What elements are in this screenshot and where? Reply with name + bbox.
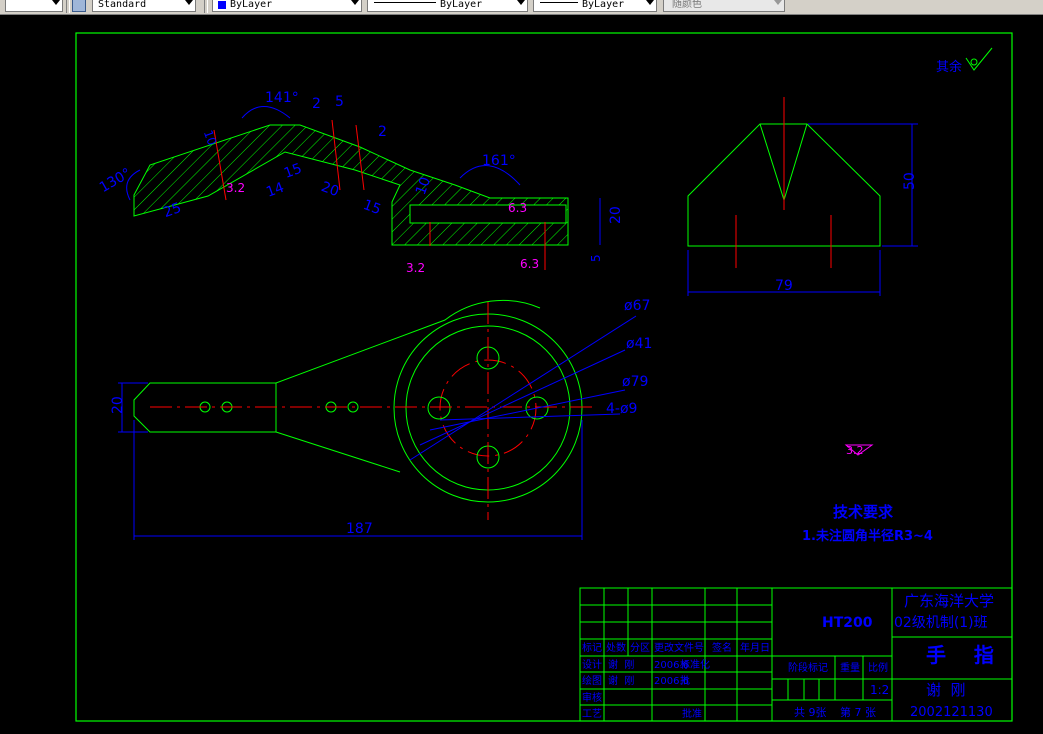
color-value: ByLayer xyxy=(230,0,273,10)
toolbar-dropdown-left[interactable] xyxy=(5,0,63,12)
chevron-down-icon xyxy=(646,0,654,5)
dim-label: 5 xyxy=(589,254,603,262)
header-cell: 年月日 xyxy=(740,641,770,654)
scale-value: 1:2 xyxy=(870,683,889,697)
plot-style-select[interactable]: 随颜色 xyxy=(663,0,785,12)
dim-label: 79 xyxy=(775,278,793,294)
process-label: 工艺 xyxy=(582,708,602,720)
dim-label: 2 xyxy=(378,124,387,140)
text-style-select[interactable]: Standard xyxy=(92,0,196,12)
dim-label: 20 xyxy=(319,179,341,200)
drawing-canvas[interactable]: 其余 141° 161° 130° 10 2 5 2 14 15 20 15 1… xyxy=(0,14,1043,734)
part-name-label: 手 指 xyxy=(926,643,994,667)
linetype-select[interactable]: ByLayer xyxy=(367,0,528,12)
chevron-down-icon xyxy=(351,0,359,5)
angle-label: 141° xyxy=(265,90,299,106)
approve-label: 批 xyxy=(680,674,690,687)
dim-label: ø41 xyxy=(626,336,652,352)
chevron-down-icon xyxy=(185,0,193,5)
dim-label: 187 xyxy=(346,521,373,537)
header-cell: 处数 xyxy=(606,641,626,654)
text-style-value: Standard xyxy=(98,0,147,10)
stage-label: 阶段标记 xyxy=(788,661,828,674)
top-view-dimensions: ø67 ø41 ø79 4-ø9 20 187 3.2 xyxy=(110,298,874,540)
lineweight-preview-icon xyxy=(540,2,578,3)
chevron-down-icon xyxy=(52,0,60,5)
angle-label: 161° xyxy=(482,153,516,169)
header-cell: 标记 xyxy=(582,642,602,654)
lineweight-value: ByLayer xyxy=(582,0,625,10)
header-cell: 更改文件号 xyxy=(654,641,704,654)
roughness-label: 3.2 xyxy=(226,181,245,195)
properties-toolbar: Standard ByLayer ByLayer ByLayer 随颜色 xyxy=(0,0,1043,15)
review-label: 审核 xyxy=(582,691,602,704)
roughness-label: 3.2 xyxy=(846,444,864,457)
chevron-down-icon xyxy=(774,0,782,5)
design-label: 设计 xyxy=(582,658,602,671)
dim-label: ø67 xyxy=(624,298,650,314)
sheet-number: 第 7 张 xyxy=(840,705,876,719)
roughness-label: 6.3 xyxy=(508,201,527,215)
design-person: 谢 刚 xyxy=(608,658,634,671)
tech-requirements-title: 技术要求 xyxy=(833,503,894,521)
chevron-down-icon xyxy=(517,0,525,5)
scale-label: 比例 xyxy=(868,661,888,674)
dim-label: 20 xyxy=(110,396,126,414)
material-label: HT200 xyxy=(822,615,873,631)
student-id-label: 2002121130 xyxy=(910,705,993,720)
dim-label: 2 xyxy=(312,96,321,112)
author-label: 谢 刚 xyxy=(926,681,966,699)
approval-label: 批准 xyxy=(682,707,702,720)
plot-style-value: 随颜色 xyxy=(672,0,702,10)
general-roughness-symbol: 其余 xyxy=(936,47,993,75)
tech-requirements-note: 1.未注圆角半径R3~4 xyxy=(802,528,933,544)
dim-label: 4-ø9 xyxy=(606,401,637,417)
roughness-label: 6.3 xyxy=(520,257,539,271)
side-section-view xyxy=(133,119,569,270)
angle-label: 130° xyxy=(97,165,134,196)
dim-label: ø79 xyxy=(622,374,648,390)
roughness-note-label: 其余 xyxy=(936,59,962,75)
color-select[interactable]: ByLayer xyxy=(212,0,362,12)
end-view: 50 79 xyxy=(687,97,918,296)
header-cell: 分区 xyxy=(630,642,650,654)
toolbar-separator xyxy=(66,0,70,13)
dim-label: 50 xyxy=(902,172,918,190)
drafting-person: 谢 刚 xyxy=(608,674,634,687)
lineweight-select[interactable]: ByLayer xyxy=(533,0,657,12)
weight-label: 重量 xyxy=(840,661,860,674)
dim-label: 14 xyxy=(264,180,286,201)
color-swatch-icon xyxy=(218,1,226,9)
dim-label: 20 xyxy=(608,206,624,224)
university-label: 广东海洋大学 xyxy=(904,592,994,610)
linetype-preview-icon xyxy=(374,2,436,3)
text-style-icon[interactable] xyxy=(72,0,86,12)
sheet-total: 共 9张 xyxy=(794,706,827,719)
class-label: 02级机制(1)班 xyxy=(894,615,988,631)
top-view xyxy=(133,299,637,520)
dim-label: 15 xyxy=(361,197,383,218)
roughness-label: 3.2 xyxy=(406,261,425,275)
linetype-value: ByLayer xyxy=(440,0,483,10)
dim-label: 15 xyxy=(282,161,304,182)
header-cell: 签名 xyxy=(712,641,732,654)
dim-label: 5 xyxy=(335,94,344,110)
drafting-label: 绘图 xyxy=(582,674,602,687)
toolbar-separator xyxy=(204,0,208,13)
standardize-label: 标准化 xyxy=(680,658,710,671)
